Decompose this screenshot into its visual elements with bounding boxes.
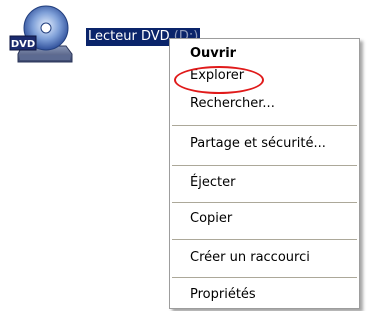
menu-item-properties[interactable]: Propriétés <box>190 285 256 305</box>
annotation-circle <box>174 66 264 94</box>
menu-item-sharing-security[interactable]: Partage et sécurité... <box>190 134 326 154</box>
menu-item-copy[interactable]: Copier <box>190 209 232 229</box>
menu-separator <box>172 277 357 278</box>
dvd-badge-text: DVD <box>11 39 35 50</box>
menu-separator <box>172 165 357 166</box>
menu-item-eject[interactable]: Éjecter <box>190 173 235 193</box>
menu-separator <box>172 125 357 126</box>
menu-item-search[interactable]: Rechercher... <box>190 94 275 114</box>
drive-label-text: Lecteur DVD <box>88 29 170 44</box>
menu-item-create-shortcut[interactable]: Créer un raccourci <box>190 248 310 268</box>
dvd-drive-icon[interactable]: DVD <box>8 2 78 70</box>
menu-item-open[interactable]: Ouvrir <box>190 44 236 64</box>
menu-separator <box>172 239 357 240</box>
context-menu: Ouvrir Explorer Rechercher... Partage et… <box>169 38 360 309</box>
menu-separator <box>172 202 357 203</box>
